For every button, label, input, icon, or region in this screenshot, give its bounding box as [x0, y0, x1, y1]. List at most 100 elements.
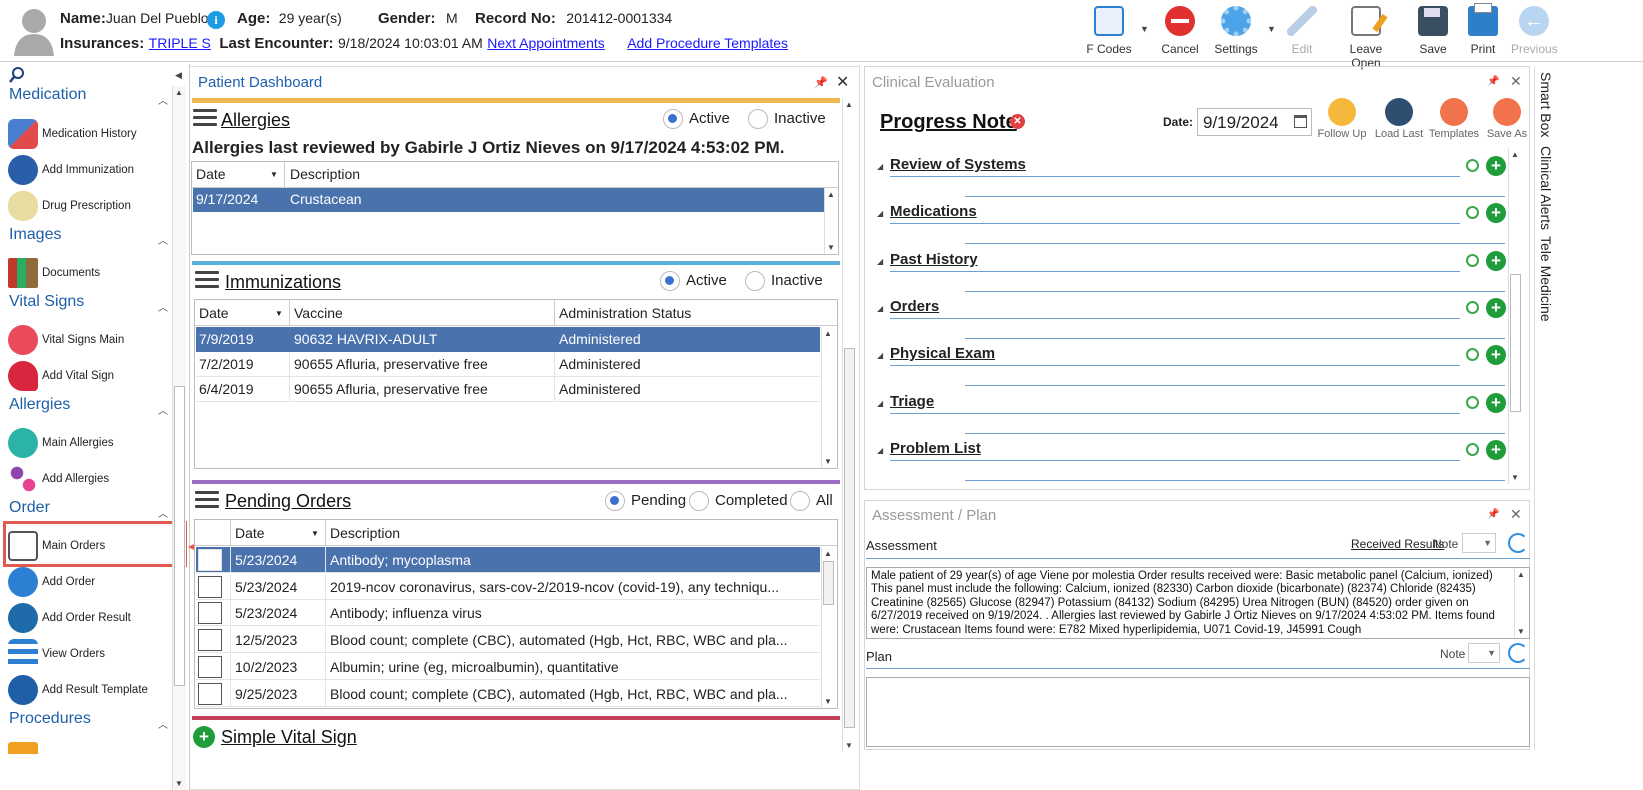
orders-all-radio[interactable]: All — [790, 491, 833, 511]
received-results-link[interactable]: Received Results — [1351, 537, 1444, 551]
table-row[interactable]: 10/2/2023 Albumin; urine (eg, microalbumi… — [196, 653, 820, 680]
chevron-up-icon[interactable]: ︿ — [158, 232, 168, 247]
chevron-up-icon[interactable]: ︿ — [158, 716, 168, 731]
table-row[interactable]: 5/23/2024 Antibody; influenza virus — [196, 600, 820, 627]
chevron-up-icon[interactable]: ︿ — [158, 299, 168, 314]
add-vital-sign-icon[interactable]: + — [193, 726, 215, 748]
add-section-icon[interactable]: + — [1486, 392, 1506, 413]
calendar-icon[interactable] — [1294, 115, 1307, 128]
immunizations-title[interactable]: Immunizations — [225, 272, 341, 293]
fcodes-button[interactable]: F Codes — [1086, 6, 1132, 58]
date-field[interactable]: 9/19/2024 — [1197, 108, 1312, 136]
templates-button[interactable]: Templates — [1428, 98, 1480, 150]
tab-tele-medicine[interactable]: Tele Medicine — [1538, 236, 1554, 322]
section-medication[interactable]: Medication — [9, 86, 86, 104]
alarm-clock-icon[interactable] — [1466, 159, 1479, 172]
allergies-inactive-radio[interactable]: Inactive — [748, 109, 826, 129]
nav-main-allergies[interactable]: Main Allergies — [8, 426, 178, 460]
chevron-up-icon[interactable]: ︿ — [158, 92, 168, 107]
orders-scroll-thumb[interactable] — [823, 561, 834, 605]
nav-add-order-result[interactable]: Add Order Result — [8, 601, 178, 635]
alarm-clock-icon[interactable] — [1466, 442, 1479, 456]
expand-triangle-icon[interactable]: ◢ — [877, 446, 883, 455]
allergies-title[interactable]: Allergies — [221, 110, 290, 131]
nav-scroll-thumb[interactable] — [174, 386, 185, 686]
leave-open-button[interactable]: Leave Open — [1334, 6, 1398, 70]
close-icon[interactable]: ✕ — [1510, 73, 1522, 90]
allergies-table-scrollbar[interactable]: ▲ ▼ — [824, 188, 838, 254]
section-medications[interactable]: Medications — [890, 203, 977, 220]
orders-completed-radio[interactable]: Completed — [689, 491, 788, 511]
sort-dropdown-icon[interactable]: ▼ — [275, 309, 283, 318]
row-checkbox[interactable] — [198, 629, 222, 652]
orders-pending-radio[interactable]: Pending — [605, 491, 686, 511]
immunizations-table-scrollbar[interactable]: ▲ ▼ — [821, 327, 835, 468]
allergies-active-radio[interactable]: Active — [663, 109, 730, 129]
clinical-scroll-thumb[interactable] — [1510, 274, 1521, 412]
sort-dropdown-icon[interactable]: ▼ — [270, 170, 278, 179]
col-administration-status[interactable]: Administration Status — [559, 305, 691, 321]
menu-icon[interactable] — [195, 271, 219, 291]
table-row[interactable]: 9/17/2024 Crustacean — [193, 188, 825, 212]
add-section-icon[interactable]: + — [1486, 250, 1506, 271]
col-description[interactable]: Description — [290, 166, 360, 182]
add-procedure-templates-link[interactable]: Add Procedure Templates — [627, 35, 788, 51]
menu-icon[interactable] — [193, 109, 217, 129]
expand-triangle-icon[interactable]: ◢ — [877, 351, 883, 360]
pin-icon[interactable]: 📌 — [1487, 76, 1499, 87]
assessment-textarea[interactable]: Male patient of 29 year(s) of age Viene … — [866, 567, 1530, 639]
section-orders[interactable]: Orders — [890, 298, 939, 315]
col-date[interactable]: Date — [235, 525, 265, 541]
section-past-history[interactable]: Past History — [890, 251, 978, 268]
nav-add-result-template[interactable]: Add Result Template — [8, 673, 178, 707]
row-checkbox[interactable] — [198, 549, 222, 571]
section-physical-exam[interactable]: Physical Exam — [890, 345, 995, 362]
nav-documents[interactable]: Documents — [8, 256, 178, 290]
row-checkbox[interactable] — [198, 682, 222, 705]
orders-table-scrollbar[interactable]: ▲ ▼ — [821, 547, 835, 708]
info-icon[interactable]: i — [207, 11, 225, 29]
menu-icon[interactable] — [195, 491, 219, 511]
expand-triangle-icon[interactable]: ◢ — [877, 257, 883, 266]
section-images[interactable]: Images — [9, 226, 61, 244]
col-vaccine[interactable]: Vaccine — [294, 305, 343, 321]
settings-button[interactable]: Settings — [1210, 6, 1262, 58]
pin-icon[interactable]: 📌 — [1487, 509, 1499, 520]
edit-button[interactable]: Edit — [1285, 6, 1319, 58]
alarm-clock-icon[interactable] — [1466, 300, 1479, 314]
tab-smart-box[interactable]: Smart Box — [1538, 72, 1554, 137]
table-row[interactable]: 5/23/2024 2019-ncov coronavirus, sars-cov… — [196, 573, 820, 600]
expand-triangle-icon[interactable]: ◢ — [877, 162, 883, 171]
remove-note-icon[interactable]: ✕ — [1010, 114, 1025, 129]
alarm-clock-icon[interactable] — [1466, 253, 1479, 267]
section-allergies[interactable]: Allergies — [9, 396, 70, 414]
section-vital-signs[interactable]: Vital Signs — [9, 293, 84, 311]
row-checkbox[interactable] — [198, 602, 222, 625]
col-description[interactable]: Description — [330, 525, 400, 541]
section-procedures[interactable]: Procedures — [9, 710, 91, 728]
follow-up-button[interactable]: Follow Up — [1316, 98, 1368, 150]
print-button[interactable]: Print — [1464, 3, 1502, 58]
table-row[interactable]: 9/25/2023 Blood count; complete (CBC), au… — [196, 680, 820, 707]
tab-clinical-alerts[interactable]: Clinical Alerts — [1538, 146, 1554, 230]
pending-orders-title[interactable]: Pending Orders — [225, 491, 351, 512]
add-section-icon[interactable]: + — [1486, 156, 1506, 176]
add-section-icon[interactable]: + — [1486, 297, 1506, 318]
nav-medication-history[interactable]: Medication History — [8, 117, 178, 151]
close-icon[interactable]: ✕ — [836, 72, 849, 92]
sort-dropdown-icon[interactable]: ▼ — [311, 529, 319, 538]
section-review-of-systems[interactable]: Review of Systems — [890, 156, 1026, 173]
note-format-dropdown[interactable]: ▼ — [1462, 533, 1496, 553]
nav-main-orders[interactable]: Main Orders — [8, 529, 178, 563]
insurance-link[interactable]: TRIPLE S — [149, 35, 211, 51]
nav-scrollbar[interactable]: ▲ ▼ — [172, 86, 186, 790]
previous-button[interactable]: ← Previous — [1511, 6, 1558, 58]
table-row[interactable]: 7/9/2019 90632 HAVRIX-ADULT Administered — [196, 327, 820, 352]
dashboard-scroll-thumb[interactable] — [844, 348, 855, 728]
save-button[interactable]: Save — [1414, 6, 1452, 58]
refresh-icon[interactable] — [1508, 643, 1528, 663]
dashboard-scrollbar[interactable]: ▲ ▼ — [842, 98, 856, 752]
add-section-icon[interactable]: + — [1486, 439, 1506, 460]
plan-textarea[interactable] — [866, 677, 1530, 747]
clinical-scrollbar[interactable]: ▲ ▼ — [1508, 148, 1522, 484]
